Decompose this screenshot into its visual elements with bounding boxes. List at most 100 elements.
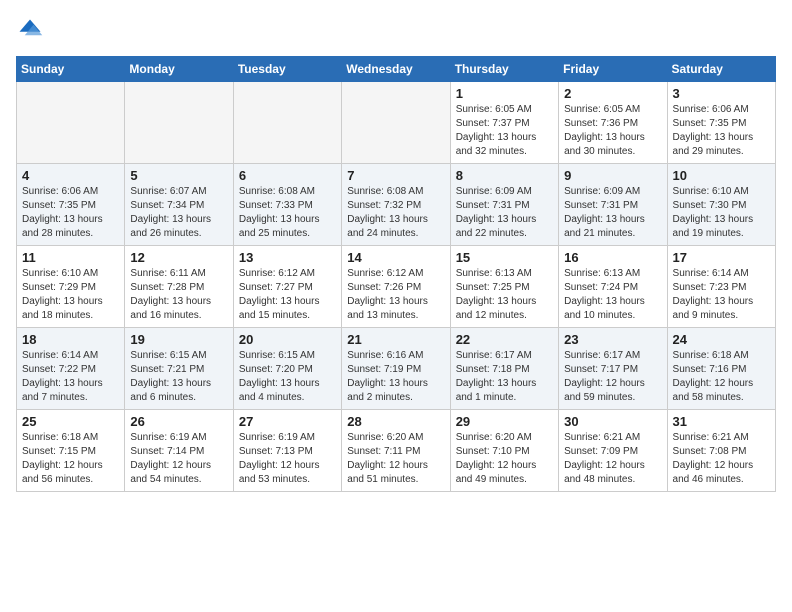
day-number: 8 — [456, 168, 553, 183]
day-number: 3 — [673, 86, 770, 101]
calendar-week-1: 1 Sunrise: 6:05 AM Sunset: 7:37 PM Daylig… — [17, 82, 776, 164]
calendar-cell: 8Sunrise: 6:09 AM Sunset: 7:31 PM Daylig… — [450, 164, 558, 246]
calendar-cell: 14 Sunrise: 6:12 AM Sunset: 7:26 PM Dayli… — [342, 246, 450, 328]
calendar-cell: 9 Sunrise: 6:09 AM Sunset: 7:31 PM Daylig… — [559, 164, 667, 246]
calendar-cell: 12Sunrise: 6:11 AM Sunset: 7:28 PM Dayli… — [125, 246, 233, 328]
day-number: 19 — [130, 332, 227, 347]
day-number: 16 — [564, 250, 661, 265]
day-number: 24 — [673, 332, 770, 347]
day-number: 4 — [22, 168, 119, 183]
header-monday: Monday — [125, 57, 233, 82]
calendar-cell: 24Sunrise: 6:18 AM Sunset: 7:16 PM Dayli… — [667, 328, 775, 410]
logo — [16, 16, 48, 44]
day-number: 31 — [673, 414, 770, 429]
day-info: Sunrise: 6:21 AM Sunset: 7:08 PM Dayligh… — [673, 431, 770, 487]
calendar-cell — [233, 82, 341, 164]
day-info: Sunrise: 6:06 AM Sunset: 7:35 PM Dayligh… — [673, 103, 770, 159]
calendar-cell: 29 Sunrise: 6:20 AM Sunset: 7:10 PM Dayli… — [450, 410, 558, 492]
calendar-cell: 13Sunrise: 6:12 AM Sunset: 7:27 PM Dayli… — [233, 246, 341, 328]
day-info: Sunrise: 6:20 AM Sunset: 7:10 PM Dayligh… — [456, 431, 553, 487]
day-info: Sunrise: 6:17 AM Sunset: 7:18 PM Dayligh… — [456, 349, 553, 405]
day-info: Sunrise: 6:08 AM Sunset: 7:32 PM Dayligh… — [347, 185, 444, 241]
calendar-week-4: 18 Sunrise: 6:14 AM Sunset: 7:22 PM Dayli… — [17, 328, 776, 410]
calendar-week-2: 4 Sunrise: 6:06 AM Sunset: 7:35 PM Daylig… — [17, 164, 776, 246]
calendar-cell: 31 Sunrise: 6:21 AM Sunset: 7:08 PM Dayli… — [667, 410, 775, 492]
day-number: 25 — [22, 414, 119, 429]
day-number: 5 — [130, 168, 227, 183]
calendar-cell: 3 Sunrise: 6:06 AM Sunset: 7:35 PM Daylig… — [667, 82, 775, 164]
calendar-cell — [125, 82, 233, 164]
day-info: Sunrise: 6:10 AM Sunset: 7:30 PM Dayligh… — [673, 185, 770, 241]
day-info: Sunrise: 6:17 AM Sunset: 7:17 PM Dayligh… — [564, 349, 661, 405]
calendar-cell: 5 Sunrise: 6:07 AM Sunset: 7:34 PM Daylig… — [125, 164, 233, 246]
day-info: Sunrise: 6:05 AM Sunset: 7:37 PM Dayligh… — [456, 103, 553, 159]
calendar-cell — [342, 82, 450, 164]
day-number: 29 — [456, 414, 553, 429]
header-saturday: Saturday — [667, 57, 775, 82]
calendar-cell: 23 Sunrise: 6:17 AM Sunset: 7:17 PM Dayli… — [559, 328, 667, 410]
day-info: Sunrise: 6:05 AM Sunset: 7:36 PM Dayligh… — [564, 103, 661, 159]
day-info: Sunrise: 6:14 AM Sunset: 7:22 PM Dayligh… — [22, 349, 119, 405]
day-number: 6 — [239, 168, 336, 183]
calendar-cell: 25 Sunrise: 6:18 AM Sunset: 7:15 PM Dayli… — [17, 410, 125, 492]
day-number: 9 — [564, 168, 661, 183]
day-number: 30 — [564, 414, 661, 429]
day-number: 12 — [130, 250, 227, 265]
calendar-cell: 21Sunrise: 6:16 AM Sunset: 7:19 PM Dayli… — [342, 328, 450, 410]
day-info: Sunrise: 6:06 AM Sunset: 7:35 PM Dayligh… — [22, 185, 119, 241]
calendar-week-3: 11 Sunrise: 6:10 AM Sunset: 7:29 PM Dayli… — [17, 246, 776, 328]
day-number: 26 — [130, 414, 227, 429]
day-number: 28 — [347, 414, 444, 429]
day-info: Sunrise: 6:14 AM Sunset: 7:23 PM Dayligh… — [673, 267, 770, 323]
day-info: Sunrise: 6:16 AM Sunset: 7:19 PM Dayligh… — [347, 349, 444, 405]
day-number: 1 — [456, 86, 553, 101]
day-number: 15 — [456, 250, 553, 265]
day-info: Sunrise: 6:13 AM Sunset: 7:24 PM Dayligh… — [564, 267, 661, 323]
calendar-week-5: 25 Sunrise: 6:18 AM Sunset: 7:15 PM Dayli… — [17, 410, 776, 492]
day-number: 17 — [673, 250, 770, 265]
day-info: Sunrise: 6:12 AM Sunset: 7:27 PM Dayligh… — [239, 267, 336, 323]
calendar-cell: 27Sunrise: 6:19 AM Sunset: 7:13 PM Dayli… — [233, 410, 341, 492]
day-number: 11 — [22, 250, 119, 265]
day-info: Sunrise: 6:10 AM Sunset: 7:29 PM Dayligh… — [22, 267, 119, 323]
calendar-cell: 11 Sunrise: 6:10 AM Sunset: 7:29 PM Dayli… — [17, 246, 125, 328]
calendar-cell: 22Sunrise: 6:17 AM Sunset: 7:18 PM Dayli… — [450, 328, 558, 410]
day-number: 23 — [564, 332, 661, 347]
calendar-cell: 20 Sunrise: 6:15 AM Sunset: 7:20 PM Dayli… — [233, 328, 341, 410]
weekday-header-row: SundayMondayTuesdayWednesdayThursdayFrid… — [17, 57, 776, 82]
logo-icon — [16, 16, 44, 44]
calendar-cell: 17 Sunrise: 6:14 AM Sunset: 7:23 PM Dayli… — [667, 246, 775, 328]
day-info: Sunrise: 6:19 AM Sunset: 7:13 PM Dayligh… — [239, 431, 336, 487]
day-info: Sunrise: 6:21 AM Sunset: 7:09 PM Dayligh… — [564, 431, 661, 487]
calendar-cell: 6 Sunrise: 6:08 AM Sunset: 7:33 PM Daylig… — [233, 164, 341, 246]
day-number: 18 — [22, 332, 119, 347]
day-info: Sunrise: 6:15 AM Sunset: 7:20 PM Dayligh… — [239, 349, 336, 405]
day-number: 2 — [564, 86, 661, 101]
calendar-cell: 28Sunrise: 6:20 AM Sunset: 7:11 PM Dayli… — [342, 410, 450, 492]
calendar-cell: 26 Sunrise: 6:19 AM Sunset: 7:14 PM Dayli… — [125, 410, 233, 492]
calendar-cell: 10 Sunrise: 6:10 AM Sunset: 7:30 PM Dayli… — [667, 164, 775, 246]
day-number: 10 — [673, 168, 770, 183]
calendar-table: SundayMondayTuesdayWednesdayThursdayFrid… — [16, 56, 776, 492]
day-info: Sunrise: 6:08 AM Sunset: 7:33 PM Dayligh… — [239, 185, 336, 241]
day-number: 14 — [347, 250, 444, 265]
day-info: Sunrise: 6:15 AM Sunset: 7:21 PM Dayligh… — [130, 349, 227, 405]
header-friday: Friday — [559, 57, 667, 82]
calendar-cell — [17, 82, 125, 164]
day-info: Sunrise: 6:07 AM Sunset: 7:34 PM Dayligh… — [130, 185, 227, 241]
calendar-cell: 15 Sunrise: 6:13 AM Sunset: 7:25 PM Dayli… — [450, 246, 558, 328]
day-info: Sunrise: 6:13 AM Sunset: 7:25 PM Dayligh… — [456, 267, 553, 323]
day-info: Sunrise: 6:09 AM Sunset: 7:31 PM Dayligh… — [564, 185, 661, 241]
page-header — [16, 16, 776, 44]
day-info: Sunrise: 6:19 AM Sunset: 7:14 PM Dayligh… — [130, 431, 227, 487]
day-info: Sunrise: 6:18 AM Sunset: 7:15 PM Dayligh… — [22, 431, 119, 487]
calendar-cell: 2 Sunrise: 6:05 AM Sunset: 7:36 PM Daylig… — [559, 82, 667, 164]
day-number: 20 — [239, 332, 336, 347]
calendar-cell: 18 Sunrise: 6:14 AM Sunset: 7:22 PM Dayli… — [17, 328, 125, 410]
day-info: Sunrise: 6:12 AM Sunset: 7:26 PM Dayligh… — [347, 267, 444, 323]
calendar-cell: 4 Sunrise: 6:06 AM Sunset: 7:35 PM Daylig… — [17, 164, 125, 246]
calendar-cell: 30 Sunrise: 6:21 AM Sunset: 7:09 PM Dayli… — [559, 410, 667, 492]
day-number: 7 — [347, 168, 444, 183]
calendar-cell: 1 Sunrise: 6:05 AM Sunset: 7:37 PM Daylig… — [450, 82, 558, 164]
header-tuesday: Tuesday — [233, 57, 341, 82]
